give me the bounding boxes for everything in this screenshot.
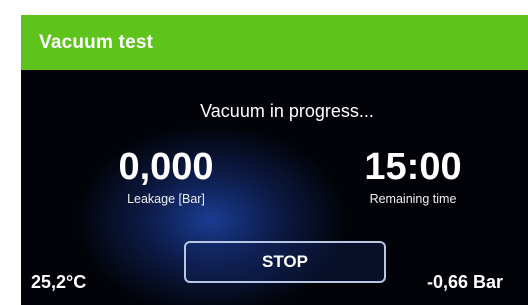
screen-title: Vacuum test	[39, 32, 154, 53]
leakage-label: Leakage [Bar]	[127, 192, 205, 206]
temperature-readout: 25,2°C	[31, 272, 87, 292]
remaining-time-label: Remaining time	[369, 192, 457, 206]
leakage-readout: 0,000 Leakage [Bar]	[105, 148, 227, 206]
vacuum-test-screen: Vacuum test Vacuum in progress... 0,000 …	[21, 15, 528, 305]
status-message: Vacuum in progress...	[200, 101, 374, 121]
leakage-value: 0,000	[118, 146, 214, 188]
stop-button[interactable]: STOP	[184, 241, 386, 283]
remaining-time-readout: 15:00 Remaining time	[349, 148, 477, 206]
title-bar: Vacuum test	[21, 15, 528, 70]
pressure-readout: -0,66 Bar	[427, 272, 504, 292]
remaining-time-value: 15:00	[364, 146, 462, 188]
